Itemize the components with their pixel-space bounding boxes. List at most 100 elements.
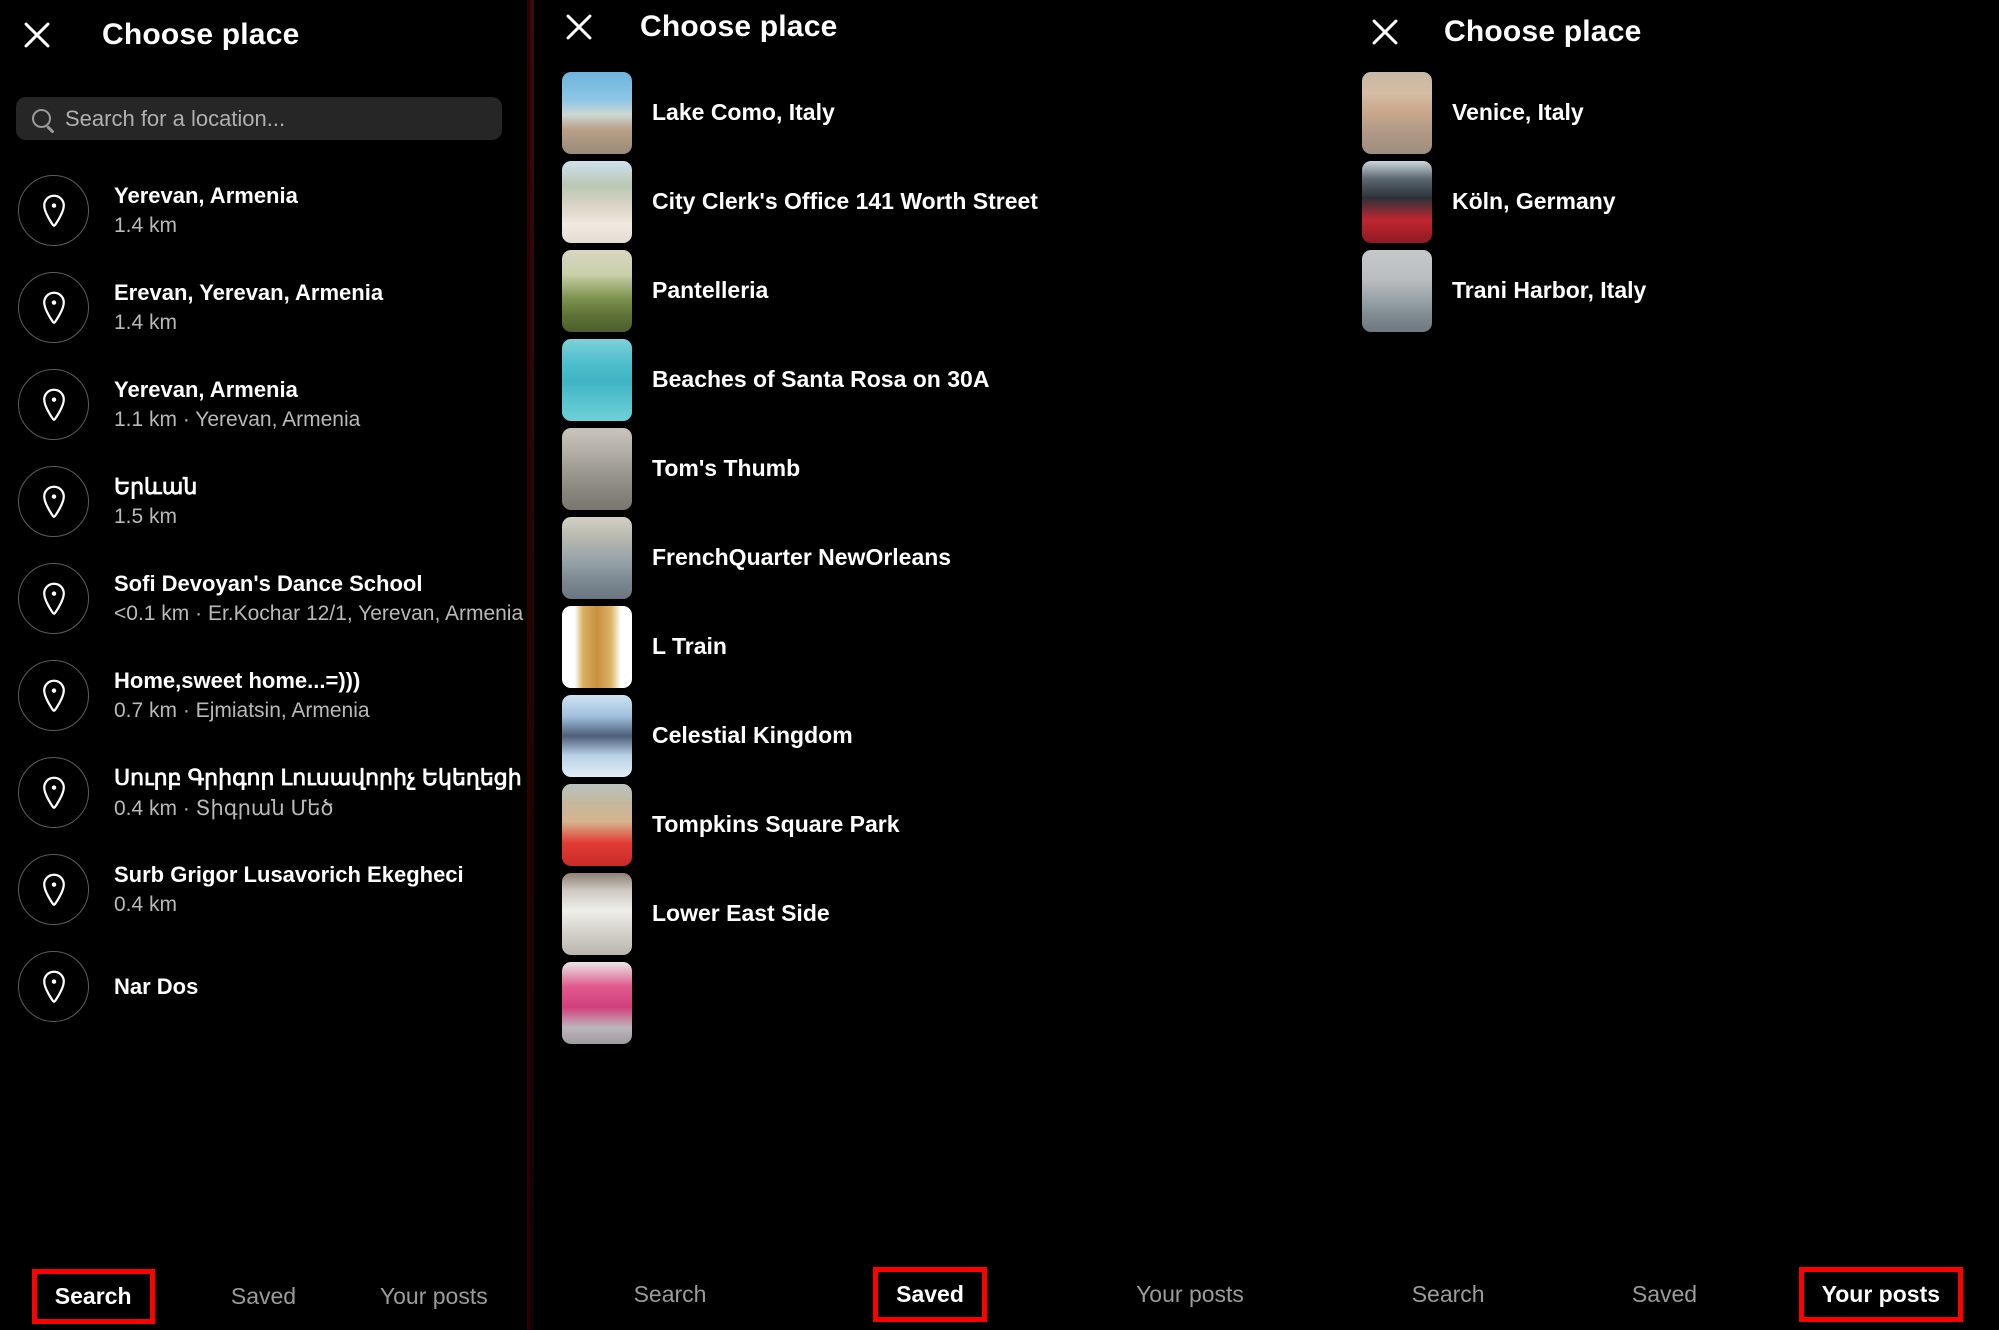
place-thumbnail (562, 516, 632, 599)
location-pin-icon (18, 272, 89, 343)
place-name: Lower East Side (652, 900, 830, 926)
place-row[interactable]: Venice, Italy (1362, 68, 1999, 157)
place-row[interactable]: Tompkins Square Park (562, 780, 1330, 869)
location-distance: 0.4 km (114, 893, 178, 916)
close-icon[interactable] (10, 8, 64, 62)
location-pin-icon (18, 175, 89, 246)
location-result-row[interactable]: Yerevan, Armenia 1.1 km · Yerevan, Armeni… (0, 356, 527, 453)
location-name: Yerevan, Armenia (114, 183, 298, 208)
location-result-text: Home,sweet home...=))) 0.7 km · Ejmiatsin… (114, 668, 370, 723)
location-distance: 0.4 km · Տիգրան Մեծ (114, 796, 334, 820)
place-row[interactable]: Beaches of Santa Rosa on 30A (562, 335, 1330, 424)
place-thumbnail (562, 694, 632, 777)
place-row[interactable]: City Clerk's Office 141 Worth Street (562, 157, 1330, 246)
place-row[interactable]: Köln, Germany (1362, 157, 1999, 246)
location-result-row[interactable]: Yerevan, Armenia 1.4 km (0, 162, 527, 259)
location-pin-icon (18, 854, 89, 925)
tab-search[interactable]: Search (1398, 1272, 1499, 1317)
place-thumbnail (562, 160, 632, 243)
search-input[interactable] (65, 105, 486, 132)
place-name: Lake Como, Italy (652, 99, 835, 125)
page-title: Choose place (102, 18, 300, 51)
header: Choose place (552, 0, 1330, 54)
tab-your-posts[interactable]: Your posts (1798, 1267, 1964, 1322)
location-result-row[interactable]: Home,sweet home...=))) 0.7 km · Ejmiatsin… (0, 647, 527, 744)
place-name: Pantelleria (652, 277, 769, 303)
saved-places-list: Lake Como, Italy City Clerk's Office 141 … (562, 68, 1330, 1047)
place-row[interactable]: Tom's Thumb (562, 424, 1330, 513)
location-name: Surb Grigor Lusavorich Ekegheci (114, 862, 464, 887)
location-distance: 0.7 km · Ejmiatsin, Armenia (114, 699, 370, 722)
location-distance: <0.1 km · Er.Kochar 12/1, Yerevan, Armen… (114, 602, 524, 625)
place-thumbnail (1362, 249, 1432, 332)
bottom-tab-bar: Search Saved Your posts (0, 1269, 527, 1324)
place-name: Tom's Thumb (652, 455, 801, 481)
location-result-text: Yerevan, Armenia 1.1 km · Yerevan, Armeni… (114, 377, 360, 432)
place-row[interactable]: FrenchQuarter NewOrleans (562, 513, 1330, 602)
location-distance: 1.4 km (114, 311, 178, 334)
location-result-row[interactable]: Nar Dos (0, 938, 527, 1035)
screen-choose-place-search: Choose place Yerevan, Armenia1.4 kmEreva… (0, 0, 527, 1330)
tab-saved[interactable]: Saved (1618, 1272, 1711, 1317)
panel-divider (530, 0, 534, 1330)
place-name: Köln, Germany (1452, 188, 1616, 214)
place-row[interactable]: L Train (562, 602, 1330, 691)
location-name: Home,sweet home...=))) (114, 668, 361, 693)
close-icon[interactable] (552, 0, 606, 54)
place-thumbnail (1362, 71, 1432, 154)
location-pin-icon (18, 951, 89, 1022)
location-result-text: Երևան 1.5 km (114, 474, 197, 529)
location-name: Yerevan, Armenia (114, 377, 298, 402)
close-icon[interactable] (1358, 5, 1412, 59)
location-result-row[interactable]: Surb Grigor Lusavorich Ekegheci 0.4 km (0, 841, 527, 938)
location-name: Երևան (114, 474, 198, 499)
location-result-row[interactable]: Երևան 1.5 km (0, 453, 527, 550)
location-pin-icon (18, 757, 89, 828)
location-name: Erevan, Yerevan, Armenia (114, 280, 384, 305)
place-row[interactable]: Lower East Side (562, 869, 1330, 958)
header: Choose place (10, 8, 527, 62)
location-result-text: Erevan, Yerevan, Armenia 1.4 km (114, 280, 383, 335)
place-thumbnail (562, 783, 632, 866)
place-thumbnail (562, 605, 632, 688)
place-thumbnail (562, 338, 632, 421)
location-result-row[interactable]: Sofi Devoyan's Dance School <0.1 km · Er.… (0, 550, 527, 647)
location-result-text: Nar Dos (114, 974, 198, 1000)
tab-search[interactable]: Search (620, 1272, 721, 1317)
location-distance: 1.1 km · Yerevan, Armenia (114, 408, 361, 431)
tab-your-posts[interactable]: Your posts (366, 1274, 502, 1319)
location-result-row[interactable]: Սուրբ Գրիգոր Լուսավորիչ Եկեղեցի 0.4 km · … (0, 744, 527, 841)
location-pin-icon (18, 369, 89, 440)
place-name: L Train (652, 633, 727, 659)
place-thumbnail (562, 427, 632, 510)
place-row[interactable]: Celestial Kingdom (562, 691, 1330, 780)
place-thumbnail (562, 872, 632, 955)
place-name: Celestial Kingdom (652, 722, 853, 748)
place-row[interactable]: Lake Como, Italy (562, 68, 1330, 157)
tab-search[interactable]: Search (31, 1269, 155, 1324)
location-name: Sofi Devoyan's Dance School (114, 571, 423, 596)
location-result-text: Surb Grigor Lusavorich Ekegheci 0.4 km (114, 862, 464, 917)
tab-your-posts[interactable]: Your posts (1122, 1272, 1258, 1317)
place-name: Tompkins Square Park (652, 811, 900, 837)
location-pin-icon (18, 660, 89, 731)
location-name: Սուրբ Գրիգոր Լուսավորիչ Եկեղեցի (114, 764, 522, 790)
search-field[interactable] (16, 97, 502, 140)
bottom-tab-bar: Search Saved Your posts (1330, 1267, 1999, 1322)
bottom-tab-bar: Search Saved Your posts (530, 1267, 1330, 1322)
place-row[interactable]: Trani Harbor, Italy (1362, 246, 1999, 335)
location-result-text: Yerevan, Armenia 1.4 km (114, 183, 298, 238)
place-row[interactable]: Pantelleria (562, 246, 1330, 335)
place-row[interactable] (562, 958, 1330, 1047)
location-results-list: Yerevan, Armenia 1.4 km Erevan, Yerevan, A… (0, 162, 527, 1035)
tab-saved[interactable]: Saved (873, 1267, 987, 1322)
page-title: Choose place (1444, 15, 1642, 48)
triple-screenshot-composite: Choose place Yerevan, Armenia1.4 kmEreva… (0, 0, 1999, 1330)
location-result-row[interactable]: Erevan, Yerevan, Armenia 1.4 km (0, 259, 527, 356)
location-name: Nar Dos (114, 973, 199, 999)
place-name: Trani Harbor, Italy (1452, 277, 1647, 303)
place-name: Venice, Italy (1452, 99, 1584, 125)
tab-saved[interactable]: Saved (217, 1274, 310, 1319)
your-posts-list: Venice, Italy Köln, Germany Trani Harbor, … (1362, 68, 1999, 335)
location-result-text: Սուրբ Գրիգոր Լուսավորիչ Եկեղեցի 0.4 km · … (114, 765, 522, 821)
